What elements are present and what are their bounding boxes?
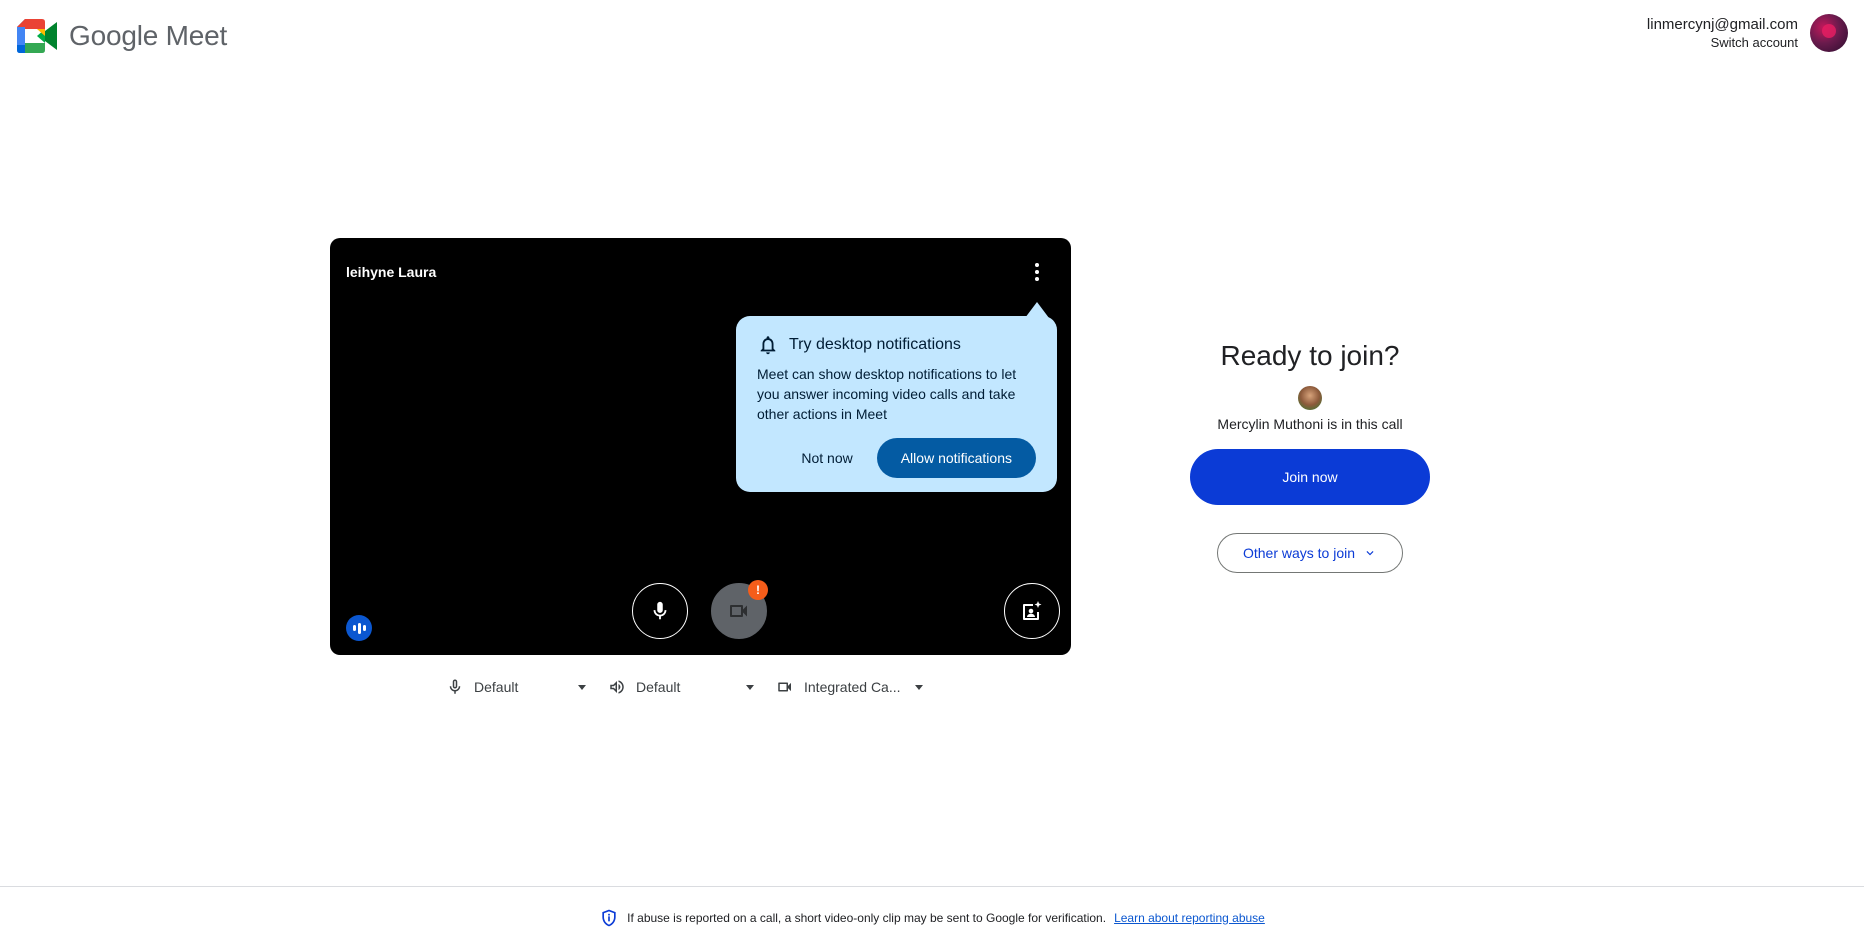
account-email: linmercynj@gmail.com — [1646, 16, 1798, 33]
google-meet-logo[interactable]: Google Meet — [17, 19, 227, 53]
switch-account-link[interactable]: Switch account — [1647, 34, 1798, 51]
other-ways-label: Other ways to join — [1242, 545, 1356, 561]
microphone-select[interactable]: Default — [446, 678, 586, 696]
not-now-button[interactable]: Not now — [793, 440, 860, 476]
popup-title: Try desktop notifications — [789, 336, 961, 353]
microphone-select-value: Default — [474, 679, 519, 695]
audio-level-icon — [346, 615, 372, 641]
participant-avatar — [1298, 386, 1322, 410]
abuse-notice-footer: If abuse is reported on a call, a short … — [0, 886, 1864, 948]
meet-prejoin-page: Google Meet linmercynj@gmail.com Switch … — [0, 0, 1864, 948]
allow-notifications-button[interactable]: Allow notifications — [876, 438, 1036, 478]
more-dot-icon — [1035, 263, 1039, 267]
chevron-down-icon — [578, 684, 586, 690]
video-camera-icon — [778, 682, 791, 692]
account-area: linmercynj@gmail.com Switch account — [1647, 14, 1848, 52]
join-now-button[interactable]: Join now — [1190, 449, 1430, 505]
account-avatar[interactable] — [1810, 14, 1848, 52]
microphone-toggle-button[interactable] — [632, 583, 688, 639]
camera-select[interactable]: Integrated Ca... — [776, 678, 923, 696]
microphone-icon — [653, 601, 667, 620]
audio-bar — [362, 625, 366, 631]
popup-header: Try desktop notifications — [757, 334, 1036, 356]
account-info: linmercynj@gmail.com Switch account — [1647, 15, 1798, 51]
audio-bar — [357, 622, 361, 634]
camera-toggle-button[interactable]: ! — [711, 580, 768, 639]
join-panel: Ready to join? Mercylin Muthoni is in th… — [1190, 340, 1430, 573]
meet-logo-icon — [17, 19, 57, 53]
speaker-select[interactable]: Default — [608, 678, 754, 696]
participants-in-call: Mercylin Muthoni is in this call — [1217, 416, 1403, 432]
popup-actions: Not now Allow notifications — [793, 438, 1036, 478]
audio-bar — [352, 625, 356, 631]
visual-effects-icon — [1023, 601, 1042, 620]
visual-effects-button[interactable] — [1004, 583, 1060, 639]
more-options-button[interactable] — [1025, 258, 1049, 286]
chevron-down-icon — [1366, 551, 1374, 556]
other-ways-to-join-button[interactable]: Other ways to join — [1217, 533, 1403, 573]
notifications-popup: Try desktop notifications Meet can show … — [736, 302, 1057, 492]
app-name: Google Meet — [69, 20, 228, 51]
camera-warning-badge: ! — [748, 580, 768, 600]
chevron-down-icon — [914, 684, 923, 690]
microphone-icon — [449, 679, 461, 694]
bell-icon — [760, 336, 776, 355]
chevron-down-icon — [746, 684, 754, 690]
video-camera-icon — [730, 605, 747, 617]
shield-info-icon — [602, 909, 616, 926]
ready-to-join-title: Ready to join? — [1220, 340, 1400, 371]
video-preview: leihyne Laura Try desktop notifications … — [330, 238, 1071, 655]
learn-about-reporting-abuse-link[interactable]: Learn about reporting abuse — [1114, 911, 1265, 925]
more-dot-icon — [1035, 277, 1039, 281]
abuse-notice-text: If abuse is reported on a call, a short … — [627, 910, 1107, 925]
device-selectors: Default Default Integrated Ca... — [446, 678, 923, 696]
camera-select-value: Integrated Ca... — [804, 679, 901, 695]
popup-body: Meet can show desktop notifications to l… — [757, 366, 1017, 422]
speaker-select-value: Default — [636, 679, 681, 695]
speaker-icon — [610, 680, 624, 694]
more-dot-icon — [1035, 270, 1039, 274]
self-name-label: leihyne Laura — [346, 264, 437, 280]
